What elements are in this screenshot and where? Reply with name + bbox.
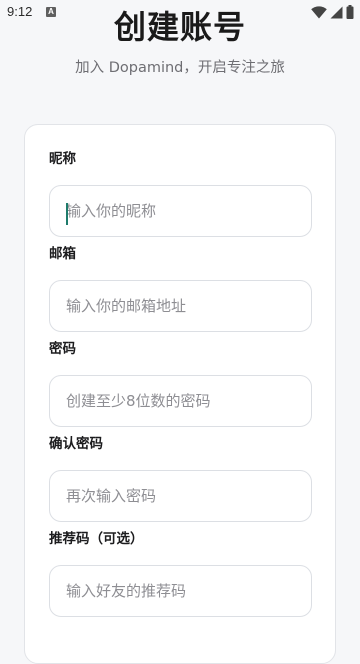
nickname-input[interactable] [49,185,312,237]
password-label: 密码 [49,341,76,357]
email-field-group: 邮箱 [49,244,312,332]
signup-form-card: 昵称 邮箱 密码 确认密码 推荐码（可选） [24,124,336,664]
nickname-label: 昵称 [49,151,76,167]
page-title: 创建账号 [113,8,246,46]
confirm-password-field-group: 确认密码 [49,434,312,522]
confirm-password-input[interactable] [49,470,312,522]
page-subtitle: 加入 Dopamind，开启专注之旅 [75,60,285,76]
password-input[interactable] [49,375,312,427]
password-field-group: 密码 [49,339,312,427]
referral-code-label: 推荐码（可选） [49,531,144,547]
email-input[interactable] [49,280,312,332]
referral-code-field-group: 推荐码（可选） [49,529,312,617]
confirm-password-label: 确认密码 [49,436,103,452]
text-cursor [66,203,68,225]
nickname-field-group: 昵称 [49,149,312,237]
email-label: 邮箱 [49,246,76,262]
referral-code-input[interactable] [49,565,312,617]
